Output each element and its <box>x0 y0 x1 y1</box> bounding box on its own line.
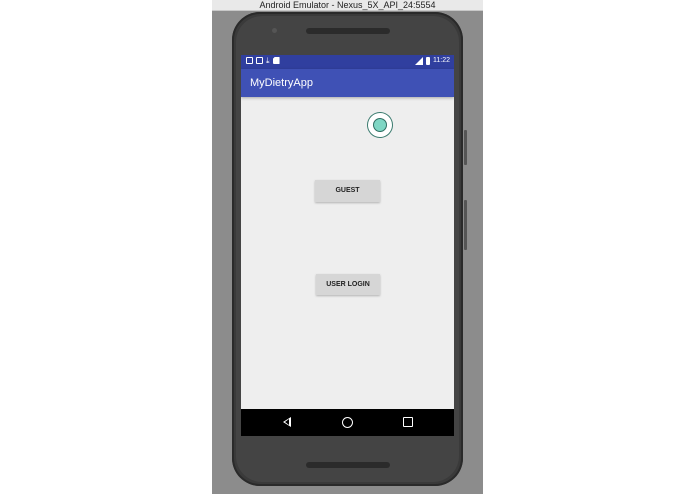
battery-icon <box>426 57 430 65</box>
volume-button[interactable] <box>464 200 467 250</box>
home-icon[interactable] <box>342 417 353 428</box>
notification-icon <box>246 57 253 64</box>
status-bar: ⤓ 11:22 <box>241 55 454 69</box>
device-screen: ⤓ 11:22 MyDietryApp GUEST USER LOGIN <box>241 55 454 436</box>
app-title: MyDietryApp <box>250 77 313 89</box>
sd-card-icon <box>272 57 280 64</box>
window-title: Android Emulator - Nexus_5X_API_24:5554 <box>212 0 483 11</box>
signal-icon <box>415 57 423 65</box>
power-button[interactable] <box>464 130 467 165</box>
touch-indicator <box>367 112 393 138</box>
status-time: 11:22 <box>433 57 450 64</box>
guest-button[interactable]: GUEST <box>315 180 380 202</box>
front-camera <box>272 28 277 33</box>
bottom-speaker <box>306 462 390 468</box>
status-notifications: ⤓ <box>246 56 280 65</box>
earpiece-speaker <box>306 28 390 34</box>
navigation-bar <box>241 409 454 436</box>
download-icon: ⤓ <box>266 56 270 65</box>
status-system: 11:22 <box>415 57 450 65</box>
app-bar: MyDietryApp <box>241 69 454 97</box>
user-login-button[interactable]: USER LOGIN <box>316 274 380 295</box>
notification-icon <box>256 57 263 64</box>
touch-indicator-dot <box>373 118 387 132</box>
back-icon[interactable] <box>283 417 291 427</box>
recents-icon[interactable] <box>403 417 413 427</box>
